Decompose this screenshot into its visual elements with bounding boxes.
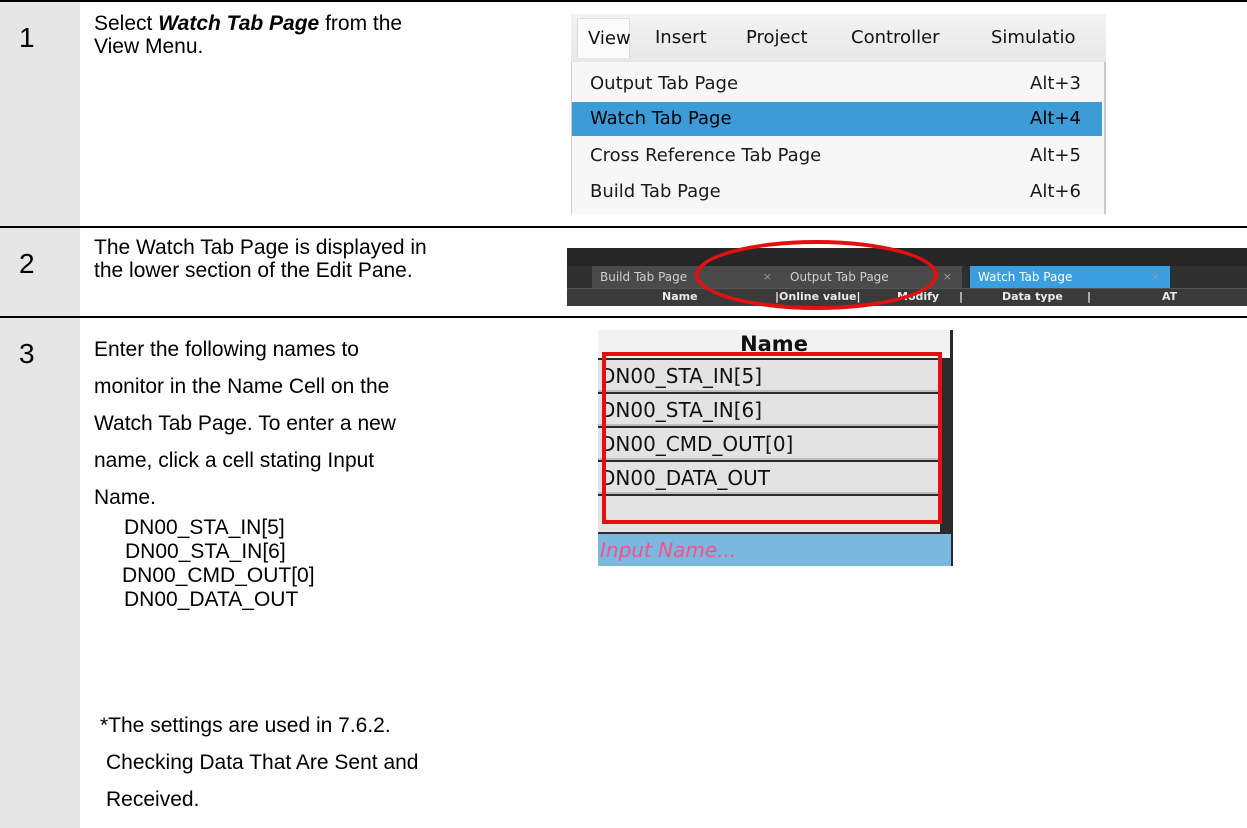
note-line3: Received.: [106, 788, 200, 811]
step-1-text-post: from the: [319, 12, 403, 35]
step-number-1: 1: [19, 22, 35, 53]
step-1-bold-term: Watch Tab Page: [158, 12, 320, 35]
step-2-text-line2: the lower section of the Edit Pane.: [94, 259, 413, 282]
view-menu-screenshot: View Insert Project Controller Simulatio…: [571, 14, 1106, 214]
step-column: [0, 0, 80, 828]
name-list-item: DN00_DATA_OUT: [124, 588, 299, 611]
close-icon[interactable]: ×: [1151, 266, 1160, 288]
step-3-name-list: DN00_STA_IN[5] DN00_STA_IN[6] DN00_CMD_O…: [122, 516, 315, 612]
step-3-text: Enter the following names to monitor in …: [94, 331, 396, 516]
column-name: Name: [662, 290, 698, 303]
menu-item-build-tab-page[interactable]: Build Tab Page Alt+6: [572, 175, 1102, 209]
menu-item-shortcut: Alt+4: [1030, 108, 1081, 129]
menu-item-label: Output Tab Page: [590, 73, 739, 94]
step-3-text-line3: Watch Tab Page. To enter a new: [94, 412, 396, 435]
column-at: AT: [1162, 290, 1178, 303]
tab-label: Build Tab Page: [600, 270, 688, 284]
step-3-note: *The settings are used in 7.6.2. Checkin…: [100, 707, 418, 818]
input-name-cell[interactable]: Input Name...: [598, 534, 951, 566]
rule-step-3: [0, 316, 1247, 318]
column-data-type: Data type: [1002, 290, 1063, 303]
step-number-2: 2: [19, 248, 35, 279]
menu-item-label: Cross Reference Tab Page: [590, 145, 822, 166]
menu-item-shortcut: Alt+5: [1030, 145, 1081, 166]
menu-project[interactable]: Project: [746, 27, 808, 48]
menu-item-cross-reference-tab-page[interactable]: Cross Reference Tab Page Alt+5: [572, 139, 1102, 173]
menu-item-shortcut: Alt+6: [1030, 181, 1081, 202]
tab-watch-tab-page[interactable]: Watch Tab Page ×: [970, 266, 1170, 288]
step-3-text-line2: monitor in the Name Cell on the: [94, 375, 390, 398]
menu-controller[interactable]: Controller: [851, 27, 940, 48]
highlight-box: [602, 352, 942, 524]
close-icon[interactable]: ×: [943, 266, 952, 288]
top-rule: [0, 0, 1247, 2]
menu-item-shortcut: Alt+3: [1030, 73, 1081, 94]
step-3-text-line1: Enter the following names to: [94, 338, 359, 361]
note-line2: Checking Data That Are Sent and: [106, 751, 419, 774]
step-2-text-line1: The Watch Tab Page is displayed in: [94, 236, 427, 259]
menu-item-label: Watch Tab Page: [590, 108, 732, 129]
name-list-item: DN00_CMD_OUT[0]: [122, 564, 315, 587]
menu-insert[interactable]: Insert: [655, 27, 707, 48]
menu-view[interactable]: View: [577, 18, 631, 58]
note-line1: *The settings are used in 7.6.2.: [100, 714, 391, 737]
menu-item-output-tab-page[interactable]: Output Tab Page Alt+3: [572, 67, 1102, 101]
menu-item-label: Build Tab Page: [590, 181, 721, 202]
rule-step-2: [0, 226, 1247, 228]
step-1-text-line2: View Menu.: [94, 35, 204, 58]
column-separator: |: [959, 290, 964, 303]
step-3-text-line4: name, click a cell stating Input: [94, 449, 375, 472]
step-1-text-pre: Select: [94, 12, 159, 35]
name-list-item: DN00_STA_IN[5]: [124, 516, 285, 539]
tab-label: Watch Tab Page: [978, 270, 1073, 284]
highlight-ellipse: [695, 240, 938, 310]
menu-bar: View Insert Project Controller Simulatio: [571, 14, 1106, 62]
step-2-text: The Watch Tab Page is displayed in the l…: [94, 236, 427, 282]
view-menu-dropdown: Output Tab Page Alt+3 Watch Tab Page Alt…: [571, 62, 1104, 214]
step-3-text-line5: Name.: [94, 486, 156, 509]
step-number-3: 3: [19, 338, 35, 369]
step-1-text: Select Watch Tab Page from the View Menu…: [94, 12, 402, 58]
column-separator: |: [1087, 290, 1092, 303]
menu-item-watch-tab-page[interactable]: Watch Tab Page Alt+4: [572, 102, 1102, 136]
menu-simulation[interactable]: Simulatio: [991, 27, 1075, 48]
name-list-item: DN00_STA_IN[6]: [125, 540, 286, 563]
